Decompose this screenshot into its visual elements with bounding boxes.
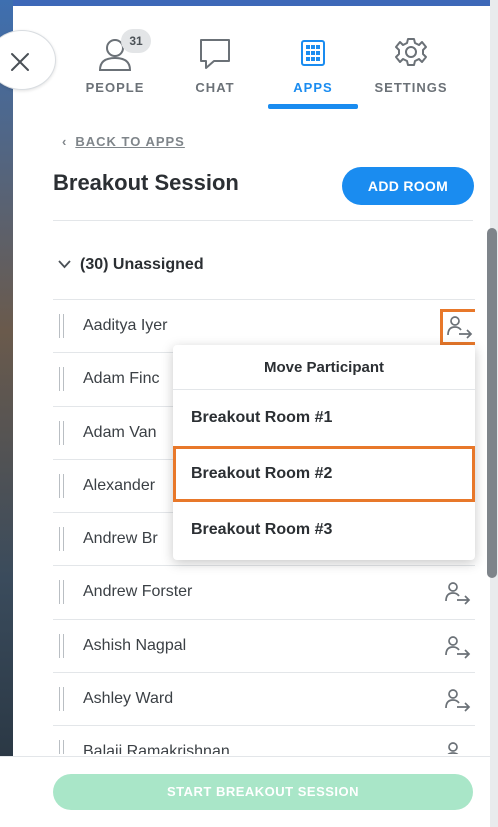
participant-name: Andrew Br [83, 530, 158, 548]
drag-handle-icon[interactable] [59, 580, 64, 605]
participant-name: Andrew Forster [83, 583, 193, 601]
drag-handle-icon[interactable] [59, 527, 64, 552]
chevron-left-icon: ‹ [62, 134, 68, 149]
back-link-label: BACK TO APPS [75, 134, 185, 149]
drag-handle-icon[interactable] [59, 473, 64, 498]
drag-handle-icon[interactable] [59, 633, 64, 658]
tab-settings[interactable]: SETTINGS [366, 20, 456, 110]
list-item[interactable]: Ashish Nagpal [53, 618, 475, 672]
tab-settings-label: SETTINGS [374, 80, 448, 95]
drag-handle-icon[interactable] [59, 687, 64, 712]
participant-name: Ashley Ward [83, 690, 174, 708]
list-item[interactable]: Andrew Forster [53, 565, 475, 618]
list-item[interactable]: Ashley Ward [53, 672, 475, 725]
window-frame-top [0, 0, 498, 6]
move-participant-icon[interactable] [443, 580, 471, 606]
unassigned-group-label: (30) Unassigned [80, 256, 204, 273]
tab-apps[interactable]: APPS [268, 20, 358, 110]
list-scrollbar[interactable] [487, 228, 497, 578]
move-participant-icon[interactable] [443, 687, 471, 713]
participant-name: Adam Finc [83, 370, 160, 388]
top-nav: 31 PEOPLE CHAT APPS SETTINGS [70, 20, 470, 110]
participant-name: Balaji Ramakrishnan [83, 743, 230, 754]
drag-handle-icon[interactable] [59, 740, 64, 754]
menu-item-breakout-room-3[interactable]: Breakout Room #3 [173, 502, 475, 558]
divider [53, 220, 473, 221]
start-breakout-session-button[interactable]: START BREAKOUT SESSION [53, 774, 473, 810]
move-participant-icon[interactable] [440, 309, 475, 345]
menu-item-breakout-room-1[interactable]: Breakout Room #1 [173, 390, 475, 446]
menu-item-breakout-room-2[interactable]: Breakout Room #2 [173, 446, 475, 502]
add-room-button[interactable]: ADD ROOM [342, 167, 474, 205]
move-participant-title: Move Participant [173, 345, 475, 390]
chat-icon [200, 39, 230, 69]
participant-name: Alexander [83, 476, 156, 494]
unassigned-group-header[interactable]: (30) Unassigned [58, 256, 204, 274]
tab-apps-label: APPS [293, 80, 333, 95]
apps-grid-icon [301, 40, 325, 66]
window-frame-left [0, 0, 13, 827]
active-tab-indicator [268, 104, 358, 109]
close-icon [11, 53, 29, 71]
tab-people-label: PEOPLE [85, 80, 145, 95]
page-title: Breakout Session [53, 170, 239, 195]
list-item[interactable]: Balaji Ramakrishnan [53, 725, 475, 754]
close-panel-button[interactable] [0, 30, 56, 90]
move-participant-menu: Move Participant Breakout Room #1 Breako… [173, 345, 475, 560]
participant-name: Ashish Nagpal [83, 636, 187, 654]
tab-chat-label: CHAT [195, 80, 235, 95]
participant-name: Aaditya Iyer [83, 317, 168, 334]
move-participant-icon[interactable] [443, 634, 471, 660]
tab-people[interactable]: 31 PEOPLE [70, 20, 160, 110]
back-to-apps-link[interactable]: ‹ BACK TO APPS [62, 134, 185, 149]
drag-handle-icon[interactable] [59, 420, 64, 445]
gear-icon [395, 38, 427, 66]
drag-handle-icon[interactable] [59, 367, 64, 392]
people-count-badge: 31 [121, 29, 151, 53]
participant-name: Adam Van [83, 423, 157, 441]
move-participant-icon[interactable] [443, 740, 471, 754]
tab-chat[interactable]: CHAT [170, 20, 260, 110]
drag-handle-icon[interactable] [59, 314, 64, 338]
chevron-down-icon [58, 256, 71, 274]
